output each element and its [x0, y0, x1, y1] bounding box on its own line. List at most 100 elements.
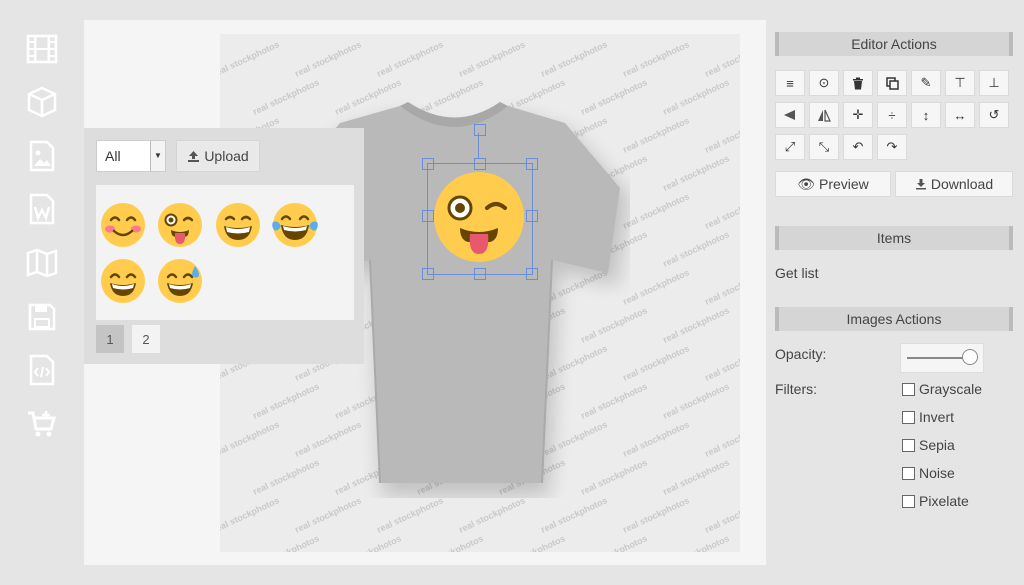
rotate-handle[interactable]: [474, 124, 486, 136]
watermark-text: real stockphotos: [703, 115, 740, 155]
watermark-text: real stockphotos: [661, 457, 731, 497]
upload-button[interactable]: Upload: [176, 140, 260, 172]
images-actions-header: Images Actions: [775, 307, 1013, 331]
download-button-label: Download: [930, 176, 994, 192]
trash-icon[interactable]: [843, 70, 873, 96]
grinning-squint-emoji[interactable]: [215, 202, 261, 248]
code-file-icon[interactable]: [24, 352, 60, 388]
resize-handle-right[interactable]: [526, 210, 538, 222]
tears-of-joy-emoji[interactable]: [272, 202, 318, 248]
items-header: Items: [775, 226, 1013, 250]
grayscale-checkbox[interactable]: [902, 383, 915, 396]
center-target-icon[interactable]: ⊙: [809, 70, 839, 96]
watermark-text: real stockphotos: [703, 419, 740, 459]
image-icon[interactable]: [24, 138, 60, 174]
noise-label: Noise: [919, 465, 955, 481]
watermark-text: real stockphotos: [703, 267, 740, 307]
pixelate-checkbox[interactable]: [902, 495, 915, 508]
download-button[interactable]: Download: [895, 171, 1013, 197]
align-bottom-icon[interactable]: ⊥: [979, 70, 1009, 96]
center-horizontal-icon[interactable]: ✛: [843, 102, 873, 128]
flip-vertical-icon[interactable]: [809, 102, 839, 128]
film-icon[interactable]: [24, 31, 60, 67]
pencil-icon[interactable]: ✎: [911, 70, 941, 96]
chevron-down-icon[interactable]: ▼: [150, 141, 165, 171]
watermark-text: real stockphotos: [457, 39, 527, 79]
word-document-icon[interactable]: [24, 191, 60, 227]
watermark-text: real stockphotos: [293, 495, 363, 535]
page-button-1[interactable]: 1: [96, 325, 124, 353]
watermark-text: real stockphotos: [661, 229, 731, 269]
preview-button[interactable]: 👁 Preview: [775, 171, 891, 197]
get-list-link[interactable]: Get list: [775, 265, 819, 281]
reset-icon[interactable]: ↺: [979, 102, 1009, 128]
watermark-text: real stockphotos: [251, 533, 321, 552]
invert-checkbox[interactable]: [902, 411, 915, 424]
resize-handle-top[interactable]: [474, 158, 486, 170]
grinning-emoji[interactable]: [100, 258, 146, 304]
enlarge-icon[interactable]: ⤢: [775, 134, 805, 160]
resize-handle-bottom[interactable]: [474, 268, 486, 280]
watermark-text: real stockphotos: [333, 533, 403, 552]
watermark-text: real stockphotos: [293, 39, 363, 79]
copy-icon[interactable]: [877, 70, 907, 96]
editor-actions-header: Editor Actions: [775, 32, 1013, 56]
watermark-text: real stockphotos: [621, 115, 691, 155]
invert-label: Invert: [919, 409, 955, 425]
filters-label: Filters:: [775, 381, 817, 397]
pixelate-label: Pixelate: [919, 493, 969, 509]
grayscale-label: Grayscale: [919, 381, 983, 397]
map-icon[interactable]: [24, 245, 60, 281]
watermark-text: real stockphotos: [661, 305, 731, 345]
watermark-text: real stockphotos: [621, 495, 691, 535]
watermark-text: real stockphotos: [661, 153, 731, 193]
watermark-text: real stockphotos: [220, 39, 281, 79]
watermark-text: real stockphotos: [621, 419, 691, 459]
right-panel: Editor Actions ≡ ⊙ ✎ ⊤ ⊥ ✛ ÷ ↕ ↔ ↺ ⤢ ⤡ ↶…: [770, 0, 1024, 585]
upload-button-label: Upload: [204, 148, 249, 164]
smiling-blush-emoji[interactable]: [100, 202, 146, 248]
grinning-sweat-emoji[interactable]: [157, 258, 203, 304]
watermark-text: real stockphotos: [621, 267, 691, 307]
emoji-grid: [96, 185, 354, 320]
upload-icon: [188, 150, 200, 162]
resize-handle-bottom-left[interactable]: [422, 268, 434, 280]
watermark-text: real stockphotos: [375, 495, 445, 535]
watermark-text: real stockphotos: [375, 39, 445, 79]
watermark-text: real stockphotos: [457, 495, 527, 535]
redo-icon[interactable]: ↷: [877, 134, 907, 160]
resize-handle-top-left[interactable]: [422, 158, 434, 170]
winking-tongue-emoji-on-shirt[interactable]: [432, 170, 526, 264]
stretch-vertical-icon[interactable]: ↕: [911, 102, 941, 128]
save-icon[interactable]: [24, 299, 60, 335]
cube-icon[interactable]: [24, 84, 60, 120]
category-select[interactable]: All ▼: [96, 140, 166, 172]
center-vertical-icon[interactable]: ÷: [877, 102, 907, 128]
stretch-horizontal-icon[interactable]: ↔: [945, 102, 975, 128]
watermark-text: real stockphotos: [220, 495, 281, 535]
opacity-slider-knob[interactable]: [961, 349, 978, 365]
shrink-icon[interactable]: ⤡: [809, 134, 839, 160]
sepia-checkbox[interactable]: [902, 439, 915, 452]
align-justify-icon[interactable]: ≡: [775, 70, 805, 96]
watermark-text: real stockphotos: [539, 495, 609, 535]
emoji-picker-panel: All ▼ Upload 1 2: [84, 128, 364, 364]
watermark-text: real stockphotos: [661, 381, 731, 421]
resize-handle-bottom-right[interactable]: [526, 268, 538, 280]
page-button-2[interactable]: 2: [132, 325, 160, 353]
noise-checkbox[interactable]: [902, 467, 915, 480]
watermark-text: real stockphotos: [703, 191, 740, 231]
watermark-text: real stockphotos: [579, 533, 649, 552]
undo-icon[interactable]: ↶: [843, 134, 873, 160]
add-to-cart-icon[interactable]: [24, 406, 60, 442]
opacity-slider[interactable]: [900, 343, 984, 373]
align-top-icon[interactable]: ⊤: [945, 70, 975, 96]
winking-tongue-emoji[interactable]: [157, 202, 203, 248]
watermark-text: real stockphotos: [703, 495, 740, 535]
watermark-text: real stockphotos: [703, 39, 740, 79]
watermark-text: real stockphotos: [497, 533, 567, 552]
resize-handle-top-right[interactable]: [526, 158, 538, 170]
watermark-text: real stockphotos: [661, 533, 731, 552]
download-icon: [915, 179, 926, 190]
flip-horizontal-icon[interactable]: [775, 102, 805, 128]
